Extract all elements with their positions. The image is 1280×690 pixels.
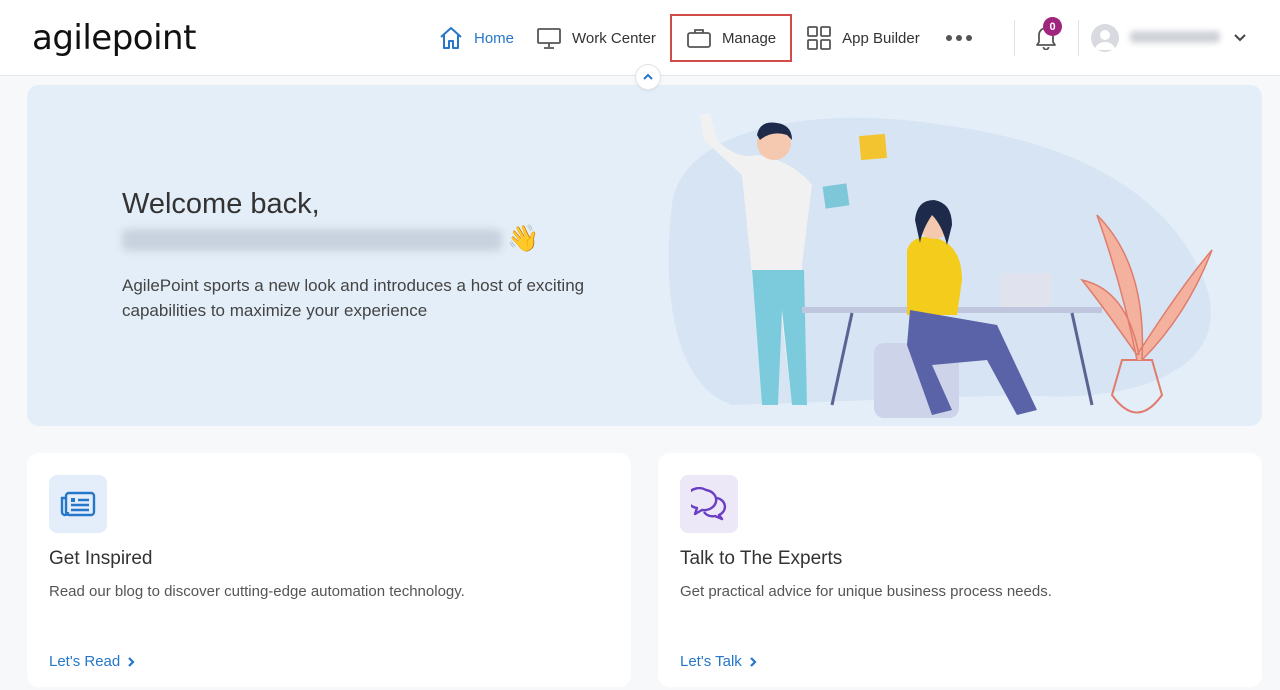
welcome-banner: Welcome back, 👋 AgilePoint sports a new … <box>27 85 1262 426</box>
briefcase-icon <box>687 29 711 48</box>
card-talk-to-experts: Talk to The Experts Get practical advice… <box>658 453 1262 687</box>
wave-emoji: 👋 <box>507 223 540 253</box>
welcome-title: Welcome back, <box>122 188 320 220</box>
chat-bubbles-icon <box>691 487 727 521</box>
monitor-icon <box>537 28 561 49</box>
more-dots-icon[interactable] <box>934 14 984 62</box>
card-title: Get Inspired <box>49 548 153 569</box>
card-icon-container <box>680 475 738 533</box>
link-label: Let's Read <box>49 653 121 670</box>
card-description: Read our blog to discover cutting-edge a… <box>49 583 465 600</box>
card-description: Get practical advice for unique business… <box>680 583 1052 600</box>
nav-work-center[interactable]: Work Center <box>528 14 664 62</box>
nav-manage-label: Manage <box>721 29 777 47</box>
nav-home-label: Home <box>474 29 515 47</box>
chevron-up-icon <box>643 73 653 80</box>
agilepoint-logo[interactable]: agilepoint <box>32 18 196 58</box>
chevron-down-icon <box>1234 34 1246 42</box>
avatar[interactable] <box>1091 24 1119 52</box>
collapse-header-button[interactable] <box>635 64 661 90</box>
nav-app-builder[interactable]: App Builder <box>798 14 928 62</box>
welcome-illustration <box>668 113 1213 418</box>
top-navigation-bar: agilepoint Home Work Center Manage App B… <box>0 0 1280 76</box>
home-icon <box>440 27 462 49</box>
user-menu-chevron[interactable] <box>1232 30 1248 51</box>
nav-app-builder-label: App Builder <box>842 29 920 47</box>
nav-home[interactable]: Home <box>430 14 522 62</box>
card-icon-container <box>49 475 107 533</box>
card-title: Talk to The Experts <box>680 548 843 569</box>
welcome-description: AgilePoint sports a new look and introdu… <box>122 276 585 320</box>
lets-talk-link[interactable]: Let's Talk <box>680 653 758 670</box>
nav-manage[interactable]: Manage <box>669 14 793 62</box>
divider <box>1078 20 1079 56</box>
grid-icon <box>807 26 832 50</box>
nav-work-center-label: Work Center <box>572 29 656 47</box>
lets-read-link[interactable]: Let's Read <box>49 653 136 670</box>
card-get-inspired: Get Inspired Read our blog to discover c… <box>27 453 631 687</box>
chevron-right-icon <box>128 656 135 667</box>
user-icon <box>1095 30 1115 50</box>
main-nav: Home Work Center Manage App Builder <box>430 14 984 62</box>
link-label: Let's Talk <box>680 653 742 670</box>
chevron-right-icon <box>750 656 757 667</box>
notification-badge: 0 <box>1043 17 1062 36</box>
divider <box>1014 20 1015 56</box>
username-blurred[interactable] <box>1130 31 1220 43</box>
logo-text: agilepoint <box>32 18 196 58</box>
newspaper-icon <box>60 491 96 517</box>
welcome-username-blurred <box>122 229 502 251</box>
